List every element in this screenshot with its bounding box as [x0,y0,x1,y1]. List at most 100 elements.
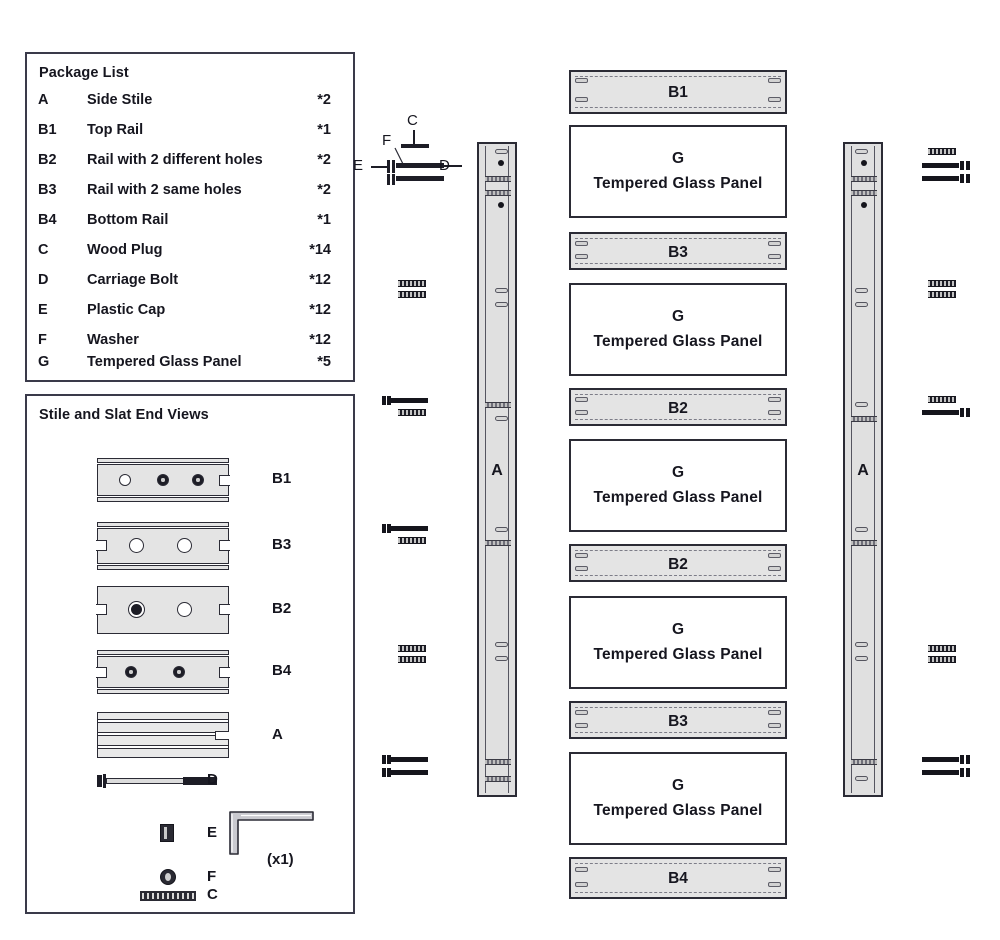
package-name: Rail with 2 different holes [87,152,263,168]
stile-bolt-mark [851,176,877,182]
stile-groove [98,745,228,749]
bolt-shaft [922,770,959,775]
carriage-bolt-icon [97,774,217,788]
bolt-head [960,174,964,183]
package-name: Side Stile [87,92,153,108]
package-code: B4 [38,212,57,228]
bolt-cap [966,408,970,417]
glass-name: Tempered Glass Panel [593,332,763,350]
callout-cap-4 [392,174,395,185]
bolt-cap [966,161,970,170]
allen-key-qty: (x1) [267,851,294,868]
carriage-bolt-symbol [922,174,970,183]
wood-plug-symbol [398,280,426,287]
package-qty: *5 [317,354,331,370]
hole-bolt [125,666,137,678]
package-qty: *1 [317,122,331,138]
end-views-panel: Stile and Slat End Views B1 B3 B2 B4 A D… [25,394,355,914]
package-name: Tempered Glass Panel [87,354,242,370]
stile-bolt-mark [485,776,511,782]
end-views-title: Stile and Slat End Views [39,407,209,423]
rail-edge-line [97,526,229,529]
stile-slot-mark [855,288,868,293]
stile-slot-mark [855,776,868,781]
rail-edge-line [97,495,229,498]
glass-name: Tempered Glass Panel [593,645,763,663]
wood-plug-icon [140,891,196,901]
stile-slot-mark [495,302,508,307]
stile-slot-mark [855,302,868,307]
glass-name: Tempered Glass Panel [593,174,763,192]
bolt-head [382,755,386,764]
package-row-b1: B1 Top Rail *1 [27,122,353,152]
stile-bolt-mark [851,759,877,765]
rail-notch-icon [219,475,230,486]
wood-plug-symbol [398,537,426,544]
stile-bolt-mark [485,190,511,196]
rail-label: B4 [668,870,688,887]
package-row-g: G Tempered Glass Panel *5 [27,354,353,384]
hole-open [119,474,131,486]
rail-dash-line [575,550,781,551]
package-code: B1 [38,122,57,138]
end-view-label-f: F [207,868,217,885]
stile-slot-mark [495,527,508,532]
rail-notch-icon [219,604,230,615]
callout-leader-line [394,147,404,165]
package-row-a: A Side Stile *2 [27,92,353,122]
rail-dash-line [575,892,781,893]
end-view-label-b2: B2 [272,600,292,617]
package-qty: *12 [309,272,331,288]
package-code: C [38,242,49,258]
stile-bolt-mark [485,540,511,546]
stile-groove [98,732,228,736]
carriage-bolt-symbol [922,161,970,170]
package-code: B3 [38,182,57,198]
stile-bolt-dot [498,160,504,166]
carriage-bolt-symbol [382,755,428,764]
wood-plug-symbol [398,656,426,663]
left-side-stile: A [477,142,517,797]
package-qty: *2 [317,152,331,168]
stile-bolt-dot [861,160,867,166]
package-name: Top Rail [87,122,144,138]
assembly-rail-b2-upper: B2 [569,388,787,426]
stile-bolt-dot [498,202,504,208]
end-view-label-b3: B3 [272,536,292,553]
wood-plug-symbol [398,645,426,652]
callout-cap-2 [392,160,395,173]
plug-hatch [142,893,194,899]
stile-slot-icon [215,731,229,740]
package-name: Carriage Bolt [87,272,179,288]
wood-plug-symbol [398,291,426,298]
bolt-cap [966,174,970,183]
rail-dash-line [575,263,781,264]
hole-bolt [157,474,169,486]
stile-bolt-mark [851,540,877,546]
end-view-label-d: D [207,771,218,788]
carriage-bolt-symbol [382,768,428,777]
hole-bolt [128,601,145,618]
cap-body [160,824,174,842]
rail-notch-icon [219,667,230,678]
hole-open [177,602,192,617]
bolt-shaft [391,770,428,775]
washer-icon [160,869,176,885]
package-row-b2: B2 Rail with 2 different holes *2 [27,152,353,182]
glass-code: G [671,777,685,795]
rail-dash-line [575,76,781,77]
carriage-bolt-symbol [922,768,970,777]
assembly-glass-panel-4: G Tempered Glass Panel [569,596,787,689]
end-view-b4-drawing [96,650,230,694]
rail-dash-line [575,732,781,733]
assembly-glass-panel-3: G Tempered Glass Panel [569,439,787,532]
carriage-bolt-symbol [922,755,970,764]
bolt-head [960,768,964,777]
assembly-glass-panel-2: G Tempered Glass Panel [569,283,787,376]
package-row-e: E Plastic Cap *12 [27,302,353,332]
rail-dash-line [575,419,781,420]
stile-bolt-mark [851,190,877,196]
rail-dash-line [575,394,781,395]
package-code: F [38,332,47,348]
rail-body [97,586,229,634]
